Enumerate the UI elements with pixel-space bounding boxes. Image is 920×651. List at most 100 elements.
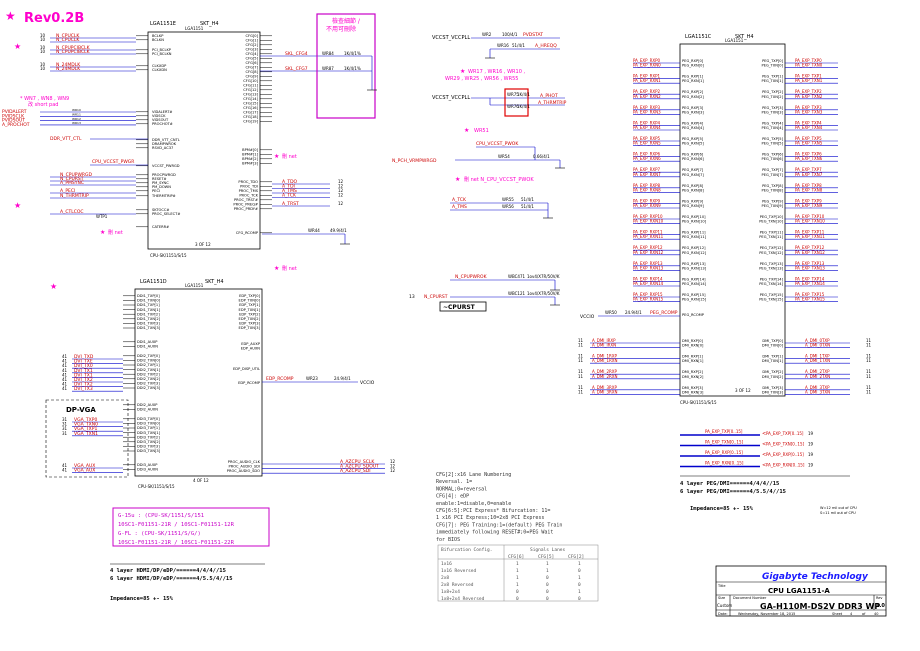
block-d-pin: DDI3_TXP[3] xyxy=(137,445,160,449)
block-c-pin: PEG_RXP[2] xyxy=(682,90,704,94)
title-label: Title xyxy=(717,584,726,588)
del-star-icon-5: ★ xyxy=(455,176,460,183)
block-c-pin: PEG_TXP[3] xyxy=(762,106,784,110)
net-page-ref: 11 xyxy=(866,374,872,379)
edp-rcomp-net: EDP_RCOMP xyxy=(266,376,294,382)
dmi-tx-net: A_DMI_2TXN xyxy=(805,374,830,379)
size-value: Custom xyxy=(717,603,732,608)
tiny-note-1: W=12 mil out of CPU xyxy=(820,506,857,510)
block-d-pin: EDP_AUXP xyxy=(241,342,261,346)
pcie-net: PA_EXP_RXP[0..15] xyxy=(705,450,743,455)
revision-star-icon: ★ xyxy=(5,9,16,23)
table-header: Bifurcation Config. xyxy=(441,547,492,553)
hdmi-note-1: 4 layer HDMI/DP/eDP/======4/4/4//15 xyxy=(110,568,226,574)
cfg-note-line: NORMAL;0=reversal xyxy=(436,486,487,492)
block-d-pin: DDI2_TXP[1] xyxy=(137,363,160,367)
block-e-pin: CFG[4] xyxy=(246,52,259,56)
net-page-ref: 12 xyxy=(338,193,344,198)
block-e-pin: CFG[19] xyxy=(243,120,258,124)
r9-ref: WBC121 xyxy=(508,291,526,296)
table-cell: 1x16 Reversed xyxy=(441,568,477,574)
block-c-pin: PEG_RXP[5] xyxy=(682,137,704,141)
del-net-1: 刪 net xyxy=(108,229,123,236)
c-rcomp-val: 24.9/4/1 xyxy=(625,310,642,315)
block-e-pin: CFG[11] xyxy=(243,84,258,88)
block-d-pin: DDI2_TXN[0] xyxy=(137,359,161,363)
impedance-notes: 4 layer HDMI/DP/eDP/======4/4/4//15 6 la… xyxy=(110,475,857,602)
block-c-pin: PEG_TXN[10] xyxy=(759,220,783,224)
block-c-pin: PEG_TXN[6] xyxy=(762,157,784,161)
block-d-pin: DDI1_TXN[0] xyxy=(137,299,161,303)
net-page-ref: 11 xyxy=(578,389,584,394)
block-d-pin: PROC_AUDIO_SDI xyxy=(229,465,260,469)
block-d-pin: DDI1_TXP[2] xyxy=(137,312,160,316)
table-header: Signals Lanes xyxy=(530,547,566,553)
table-cell: 0 xyxy=(578,596,581,602)
block-c-pin: PEG_TXN[1] xyxy=(762,79,784,83)
table-cell: 1 xyxy=(578,589,581,595)
sheet-label: Sheet xyxy=(832,612,843,616)
cfg-notes: CFG[2]:x16 Lane NumberingReversal. 1=NOR… xyxy=(436,472,599,602)
block-d-pin: DDI3_TXN[3] xyxy=(137,449,161,453)
block-c-pin: PEG_TXP[10] xyxy=(760,215,784,219)
tx-net: PA_EXP_TXN15 xyxy=(795,297,825,302)
block-c-footer: 3 OF 12 xyxy=(735,388,751,393)
r6-ref: WR55 xyxy=(502,197,514,202)
block-c-pin: PEG_TXP[0] xyxy=(762,59,784,63)
tx-net: PA_EXP_TXN6 xyxy=(795,156,823,161)
block-c-pin: PEG_RXN[4] xyxy=(682,126,704,130)
block-c-pin: DMI_TXP[3] xyxy=(762,386,783,390)
rev-label: Rev xyxy=(876,596,883,600)
block-d-pin: DDI2_AUXP xyxy=(137,403,158,407)
r3-val: 1K/4/1 xyxy=(517,92,530,97)
block-e-pin: PROC_TMS xyxy=(239,189,259,193)
block-c-pin: DMI_TXN[3] xyxy=(762,390,784,394)
rx-net: PA_EXP_RXN1 xyxy=(633,78,661,83)
pch-net: N_PCH_VRMPWRGD xyxy=(392,158,437,164)
block-d-pin: DDI3_TXP[1] xyxy=(137,426,160,430)
net-page-ref: 10 xyxy=(40,49,46,54)
block-c-pin: PEG_RXN[5] xyxy=(682,142,704,146)
block-c-pin: PEG_TXN[13] xyxy=(759,266,783,270)
block-e-pin: RSVD_AC37 xyxy=(152,146,173,150)
table-cell: 0 xyxy=(516,589,519,595)
block-d-pin: EDP_AUXN xyxy=(241,347,261,351)
short-pad-note: 改 short pad xyxy=(28,101,58,108)
r8-ref: WBC471 xyxy=(508,274,526,279)
block-e-pin: PROC_PREQ# xyxy=(233,203,258,207)
block-e-pin: PROC_PRDY# xyxy=(234,207,258,211)
rx-net: PA_EXP_RXN10 xyxy=(633,219,664,224)
block-c-pin: PEG_TXP[2] xyxy=(762,90,784,94)
block-d-left-pins: DDI1_TXP[0]DDI1_TXN[0]DDI1_TXP[1]DDI1_TX… xyxy=(123,294,161,472)
block-e-pin: CFG[7] xyxy=(246,66,259,70)
xdp-res2v: 1K/4/1% xyxy=(344,66,361,71)
block-e-pin: PROC_TRST# xyxy=(234,198,258,202)
r6-val: 51/4/1 xyxy=(521,197,534,202)
doc-value: GA-H110M-DS2V DDR3 WP xyxy=(760,602,880,611)
wr51-star-icon: ★ xyxy=(464,127,469,134)
cpu-vcc-pwr-net: CPU_VCCST_PWGR xyxy=(92,159,134,165)
tx-net: PA_EXP_TXN14 xyxy=(795,281,825,286)
net3: A_PHOT xyxy=(540,93,558,99)
block-c-pin: PEG_RXN[1] xyxy=(682,79,704,83)
block-e-pin: CFG[8] xyxy=(246,70,259,74)
block-d-nets: ★ 41 DVI_TXD41 DVI_TXE41 DVI_TX041 DVI_TX141… xyxy=(45,282,396,478)
pcie-port: PA_EXP_TXP[0..15] xyxy=(766,431,804,436)
block-c-pin: PEG_TXP[14] xyxy=(760,277,784,281)
xdp-cfg4: SKL_CFG4 xyxy=(285,51,308,57)
r5-val: 0.66/4/1 xyxy=(533,154,550,159)
of-value: 40 xyxy=(874,612,878,616)
table-header: CFG[6] xyxy=(508,554,524,560)
block-d-pin: DDI1_TXP[3] xyxy=(137,322,160,326)
block-e-pin: CLKXDN xyxy=(152,68,167,72)
vccio-label-d: VCCIO xyxy=(360,380,375,386)
tx-net: PA_EXP_TXN5 xyxy=(795,141,823,146)
net-page-ref: 19 xyxy=(808,442,814,447)
block-c-pin: PEG_RXP[3] xyxy=(682,106,704,110)
del-net-bpm: 刪 net xyxy=(282,153,297,160)
dmi-tx-net: A_DMI_0TXN xyxy=(805,343,830,348)
block-d-pin: DDI1_AUXP xyxy=(137,340,158,344)
block-e-rcomp: WR44 xyxy=(308,228,320,233)
block-d-pin: DDI1_AUXN xyxy=(137,345,158,349)
block-e-left-pins: BCLKPBCLKNPCI_BCLKPPCI_BCLKNCLKXDPCLKXDN… xyxy=(136,34,180,229)
